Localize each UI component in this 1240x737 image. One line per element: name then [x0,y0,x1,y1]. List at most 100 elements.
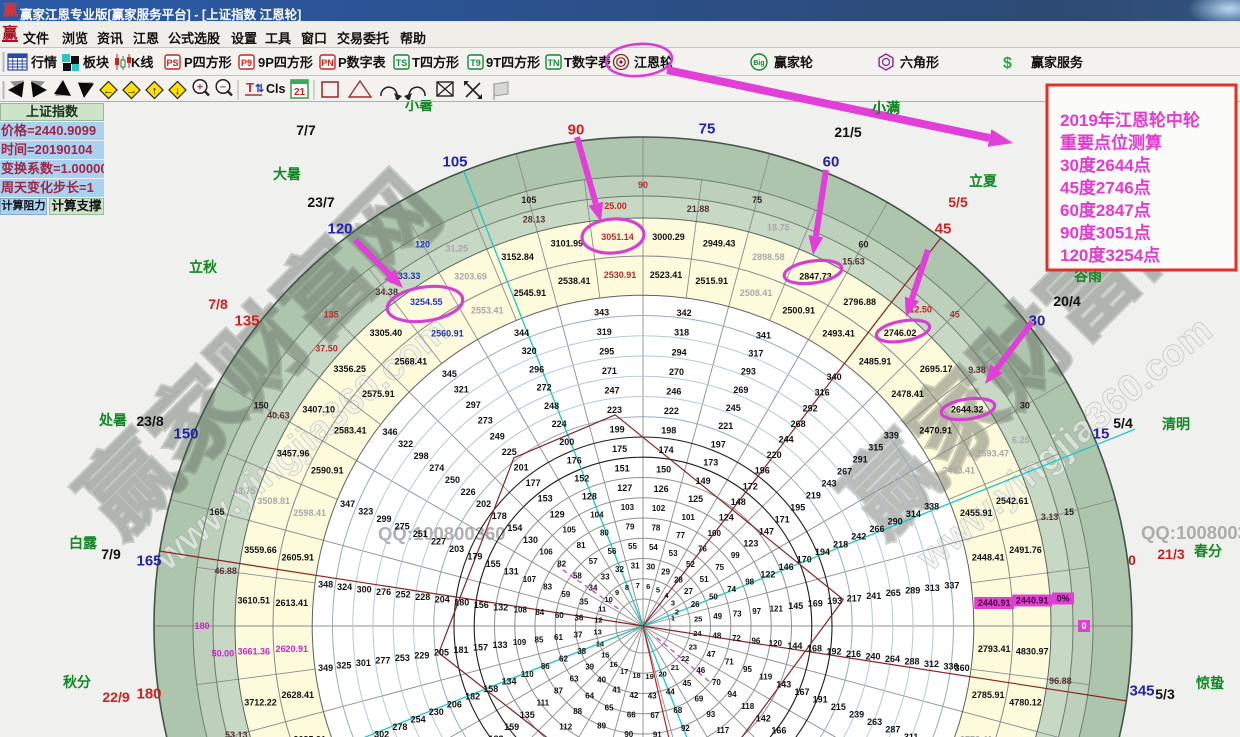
svg-text:P四方形: P四方形 [184,55,232,70]
svg-text:88: 88 [573,707,582,716]
svg-text:7/9: 7/9 [101,546,121,562]
svg-text:291: 291 [853,455,868,465]
svg-text:195: 195 [790,502,805,512]
svg-text:2478.41: 2478.41 [891,389,924,399]
svg-text:3: 3 [671,599,675,608]
svg-text:271: 271 [602,366,617,376]
svg-text:241: 241 [866,591,881,601]
svg-text:2440.91: 2440.91 [978,598,1011,608]
svg-text:347: 347 [340,499,355,509]
svg-text:7: 7 [636,581,640,590]
svg-text:+: + [197,82,203,94]
svg-text:40.63: 40.63 [267,411,290,421]
svg-text:94: 94 [728,690,737,699]
svg-text:301: 301 [356,658,371,668]
svg-text:266: 266 [869,524,884,534]
svg-text:155: 155 [486,559,501,569]
svg-text:108: 108 [514,606,528,615]
svg-text:T: T [246,80,254,95]
svg-text:2523.41: 2523.41 [650,270,683,280]
svg-text:30: 30 [1020,401,1030,411]
svg-text:198: 198 [661,425,676,435]
svg-text:2628.41: 2628.41 [282,690,315,700]
svg-text:273: 273 [478,416,493,426]
svg-text:2553.41: 2553.41 [471,306,504,316]
svg-text:2485.91: 2485.91 [859,357,892,367]
svg-text:105: 105 [442,153,467,170]
svg-text:180: 180 [194,621,209,631]
svg-text:128: 128 [582,492,597,502]
svg-text:38: 38 [577,647,586,656]
svg-text:63: 63 [570,675,579,684]
svg-text:225: 225 [502,447,517,457]
svg-text:97: 97 [752,607,761,616]
svg-text:2898.58: 2898.58 [752,252,785,262]
svg-text:293: 293 [741,367,756,377]
svg-text:242: 242 [851,532,866,542]
svg-text:85: 85 [535,636,544,645]
svg-text:323: 323 [358,506,373,516]
svg-text:130: 130 [523,535,538,545]
svg-text:147: 147 [759,526,774,536]
svg-text:42: 42 [629,691,638,700]
svg-text:86: 86 [541,662,550,671]
svg-text:3203.69: 3203.69 [454,271,487,281]
svg-text:5/3: 5/3 [1155,686,1175,702]
svg-text:2598.41: 2598.41 [293,508,326,518]
svg-text:26: 26 [691,600,700,609]
svg-text:120: 120 [769,639,783,648]
svg-text:292: 292 [803,403,818,413]
svg-text:Big: Big [753,60,764,67]
svg-text:31.25: 31.25 [446,244,469,254]
svg-text:32: 32 [615,565,624,574]
svg-text:T9: T9 [470,58,481,68]
svg-text:20: 20 [659,669,667,678]
svg-text:341: 341 [756,330,771,340]
svg-text:316: 316 [815,388,830,398]
svg-text:270: 270 [669,367,684,377]
svg-text:5/4: 5/4 [1113,415,1133,431]
svg-text:168: 168 [807,644,822,654]
svg-text:338: 338 [924,502,939,512]
svg-text:3407.10: 3407.10 [302,405,335,415]
svg-text:104: 104 [590,511,604,520]
svg-text:0%: 0% [1057,594,1070,604]
svg-text:2593.47: 2593.47 [977,449,1010,459]
svg-text:21: 21 [294,87,306,98]
svg-text:立秋: 立秋 [189,259,218,275]
svg-text:173: 173 [703,458,718,468]
svg-text:18.75: 18.75 [767,223,790,233]
svg-text:45: 45 [682,679,691,688]
svg-text:102: 102 [652,504,666,513]
svg-text:30: 30 [646,563,655,572]
svg-text:132: 132 [493,602,508,612]
svg-text:182: 182 [465,692,480,702]
svg-text:2542.61: 2542.61 [996,496,1029,506]
svg-text:221: 221 [718,421,733,431]
svg-text:240: 240 [865,651,880,661]
svg-text:246: 246 [666,386,681,396]
svg-text:250: 250 [445,475,460,485]
svg-text:320: 320 [522,346,537,356]
svg-text:31: 31 [631,562,640,571]
svg-text:319: 319 [597,327,612,337]
svg-text:263: 263 [867,717,882,727]
svg-text:15: 15 [601,651,609,660]
svg-text:96.88: 96.88 [1049,676,1072,686]
svg-text:360: 360 [955,663,970,673]
svg-text:297: 297 [466,400,481,410]
svg-text:226: 226 [461,487,476,497]
svg-text:90: 90 [638,180,648,190]
svg-text:267: 267 [837,467,852,477]
svg-text:106: 106 [539,548,553,557]
svg-text:295: 295 [599,346,614,356]
svg-text:118: 118 [741,702,754,711]
svg-text:87: 87 [554,687,563,696]
svg-text:33: 33 [601,572,610,581]
svg-text:202: 202 [476,499,491,509]
svg-text:98: 98 [745,578,754,587]
svg-text:143: 143 [776,680,791,690]
svg-text:9P四方形: 9P四方形 [258,55,313,70]
svg-text:67: 67 [650,711,659,720]
svg-text:2515.91: 2515.91 [695,276,728,286]
